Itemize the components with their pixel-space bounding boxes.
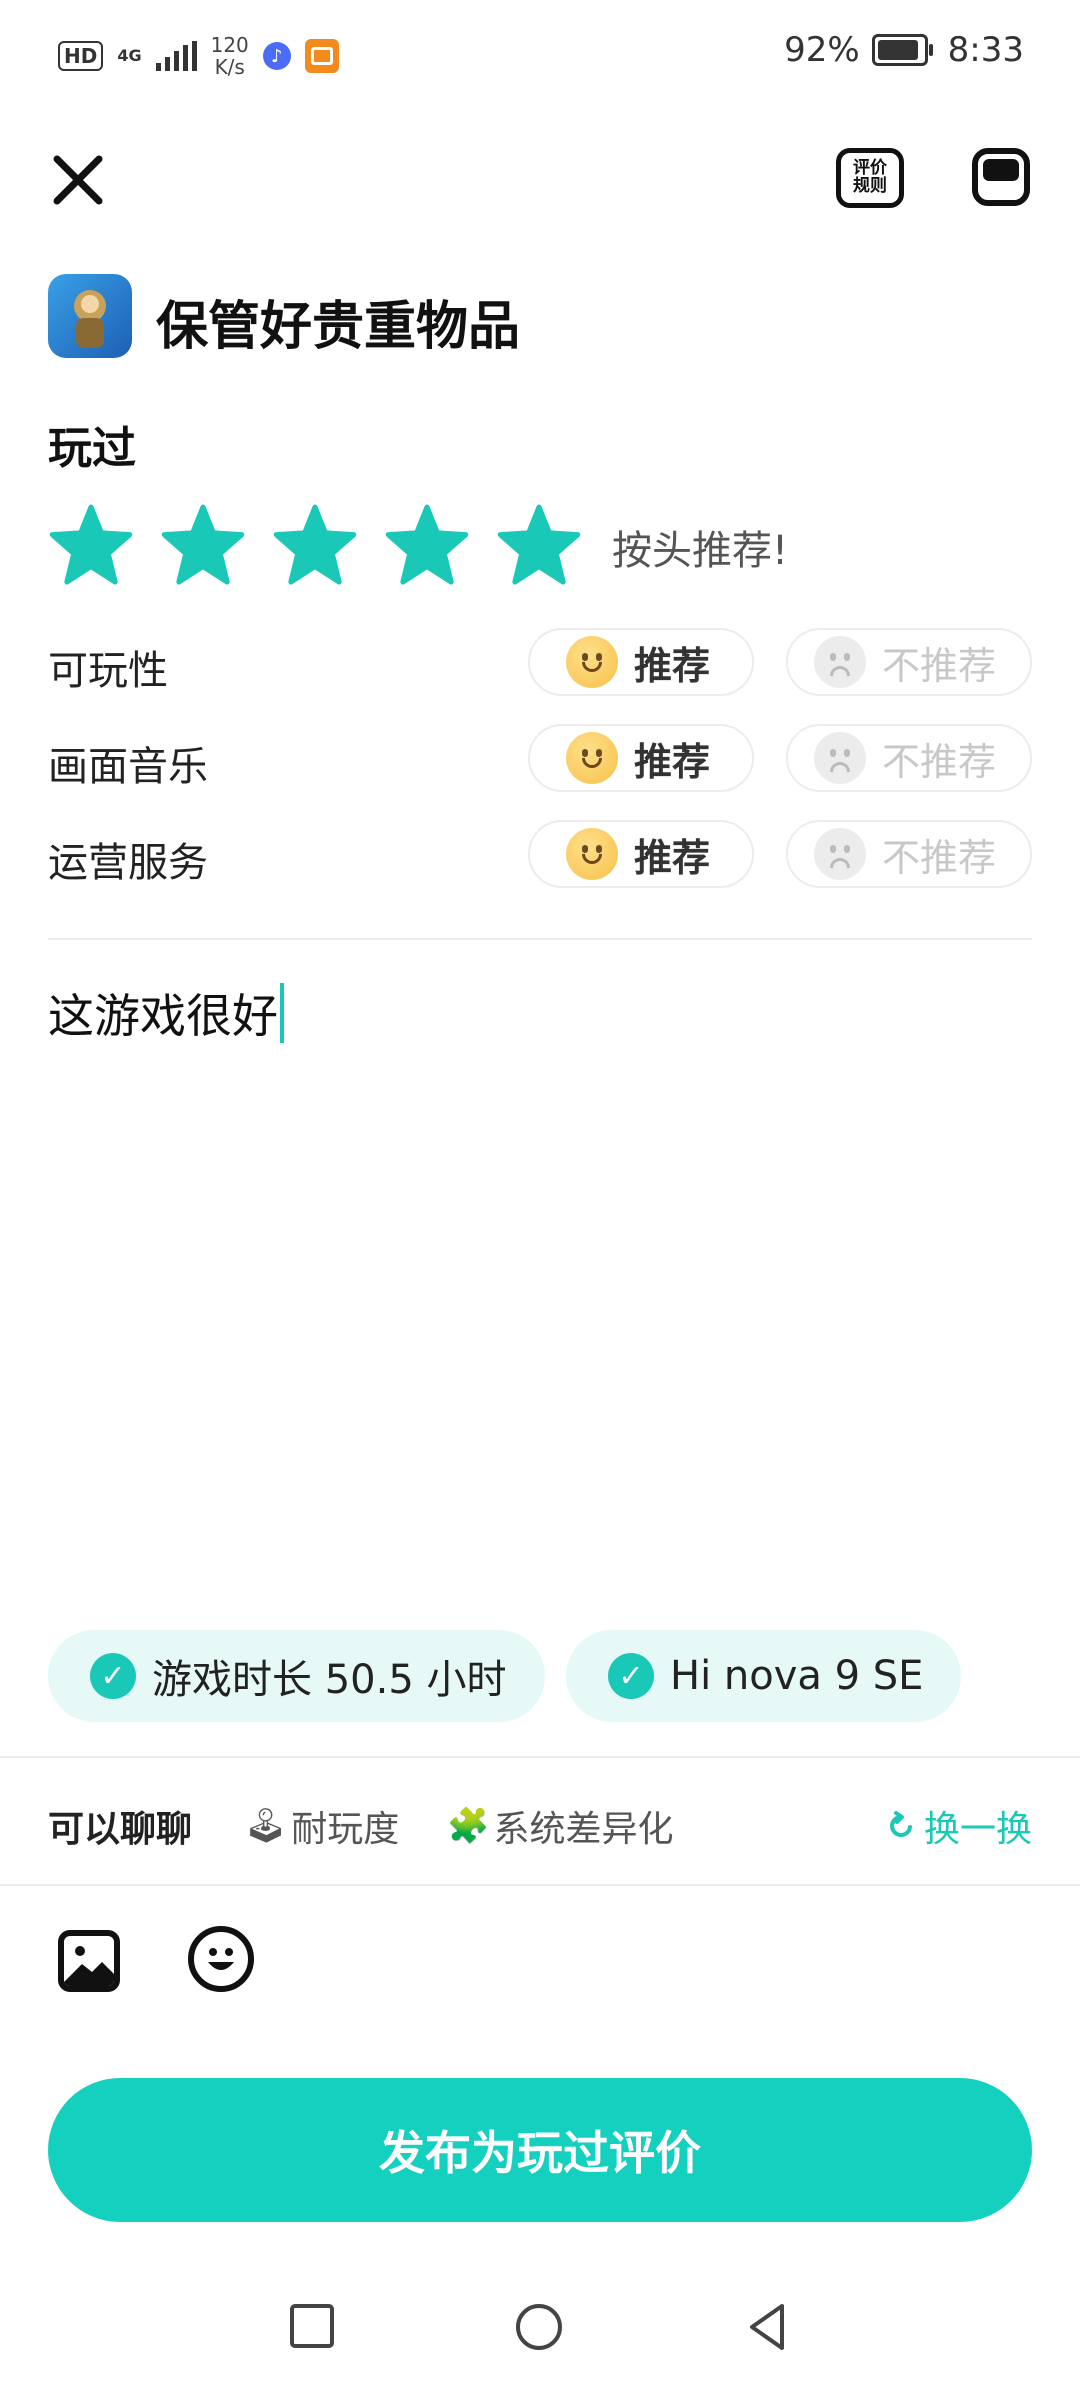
recommend-label: 推荐: [634, 643, 711, 688]
divider: [48, 938, 1032, 940]
battery-icon: [871, 34, 933, 66]
net-speed: 120 K/s: [211, 34, 249, 78]
gameplay-recommend-button[interactable]: 推荐: [528, 628, 754, 696]
game-app-icon: [48, 274, 132, 358]
topic-label: 系统差异化: [493, 1809, 674, 1850]
happy-face-icon: [566, 732, 618, 784]
star-icon[interactable]: [496, 502, 582, 588]
image-button[interactable]: [58, 1930, 120, 1992]
aspect-label-gameplay: 可玩性: [48, 648, 168, 694]
star-icon[interactable]: [384, 502, 470, 588]
app-notify-icon: [304, 39, 339, 73]
clock: 8:33: [947, 30, 1024, 70]
review-rules-button[interactable]: 评价 规则: [836, 148, 904, 208]
close-button[interactable]: [48, 150, 108, 210]
net-speed-unit: K/s: [214, 55, 245, 79]
refresh-icon: [890, 1811, 912, 1837]
operations-recommend-button[interactable]: 推荐: [528, 820, 754, 888]
close-icon: [53, 155, 103, 205]
star-rating[interactable]: [48, 502, 582, 588]
star-icon[interactable]: [272, 502, 358, 588]
aspect-label-operations: 运营服务: [48, 840, 208, 886]
home-nav-button[interactable]: [512, 2300, 566, 2354]
game-title: 保管好贵重物品: [156, 297, 521, 357]
not-recommend-label: 不推荐: [882, 739, 997, 784]
music-icon: ♪: [262, 42, 291, 70]
happy-face-icon: [566, 636, 618, 688]
rules-label-line1: 评价: [853, 158, 887, 178]
status-left: HD 4G 120 K/s ♪: [58, 34, 339, 78]
topic-durability[interactable]: 🕹 耐玩度: [244, 1800, 399, 1852]
hd-badge: HD: [58, 41, 104, 71]
battery-percent: 92%: [784, 30, 860, 70]
playtime-tag-text: 游戏时长 50.5 小时: [152, 1657, 507, 1703]
review-text: 这游戏很好: [48, 989, 278, 1043]
star-icon[interactable]: [160, 502, 246, 588]
sad-face-icon: [814, 732, 866, 784]
back-nav-button[interactable]: [742, 2300, 796, 2354]
joystick-icon: 🕹: [244, 1806, 288, 1846]
device-tag-text: Hi nova 9 SE: [670, 1653, 924, 1699]
operations-not-recommend-button[interactable]: 不推荐: [786, 820, 1032, 888]
aspect-label-graphics-music: 画面音乐: [48, 744, 208, 790]
sad-face-icon: [814, 636, 866, 688]
rating-caption: 按头推荐!: [612, 528, 789, 574]
chat-topics-title: 可以聊聊: [48, 1809, 193, 1850]
happy-face-icon: [566, 828, 618, 880]
graphics-not-recommend-button[interactable]: 不推荐: [786, 724, 1032, 792]
image-icon: [64, 1946, 114, 1986]
emoji-button[interactable]: [188, 1926, 254, 1992]
topic-system-diff[interactable]: 🧩 系统差异化: [447, 1800, 673, 1852]
chat-topics-bar: 可以聊聊 🕹 耐玩度 🧩 系统差异化 换一换: [48, 1800, 1032, 1852]
refresh-label: 换一换: [923, 1809, 1032, 1850]
divider: [0, 1884, 1080, 1886]
gameplay-not-recommend-button[interactable]: 不推荐: [786, 628, 1032, 696]
recommend-label: 推荐: [634, 835, 711, 880]
played-label: 玩过: [48, 423, 136, 474]
playtime-tag[interactable]: ✓ 游戏时长 50.5 小时: [48, 1630, 545, 1722]
device-tag[interactable]: ✓ Hi nova 9 SE: [566, 1630, 962, 1722]
status-bar: HD 4G 120 K/s ♪ 92% 8:33: [0, 0, 1080, 108]
status-right: 92% 8:33: [784, 30, 1024, 70]
graphics-recommend-button[interactable]: 推荐: [528, 724, 754, 792]
star-icon[interactable]: [48, 502, 134, 588]
signal-icon: [155, 41, 197, 71]
text-cursor: [280, 983, 284, 1043]
topic-label: 耐玩度: [291, 1809, 400, 1850]
check-icon: ✓: [608, 1653, 654, 1699]
rules-label-line2: 规则: [853, 176, 887, 196]
recents-nav-button[interactable]: [286, 2300, 340, 2354]
review-textarea[interactable]: 这游戏很好: [48, 980, 284, 1046]
network-type: 4G: [117, 46, 142, 65]
not-recommend-label: 不推荐: [882, 835, 997, 880]
emoji-icon: [208, 1948, 234, 1970]
recommend-label: 推荐: [634, 739, 711, 784]
publish-button[interactable]: 发布为玩过评价: [48, 2078, 1032, 2222]
refresh-topics-button[interactable]: 换一换: [886, 1800, 1032, 1852]
net-speed-value: 120: [210, 33, 249, 57]
feedback-button[interactable]: [972, 148, 1030, 206]
divider: [0, 1756, 1080, 1758]
puzzle-icon: 🧩: [447, 1806, 490, 1846]
sad-face-icon: [814, 828, 866, 880]
not-recommend-label: 不推荐: [882, 643, 997, 688]
check-icon: ✓: [90, 1653, 136, 1699]
